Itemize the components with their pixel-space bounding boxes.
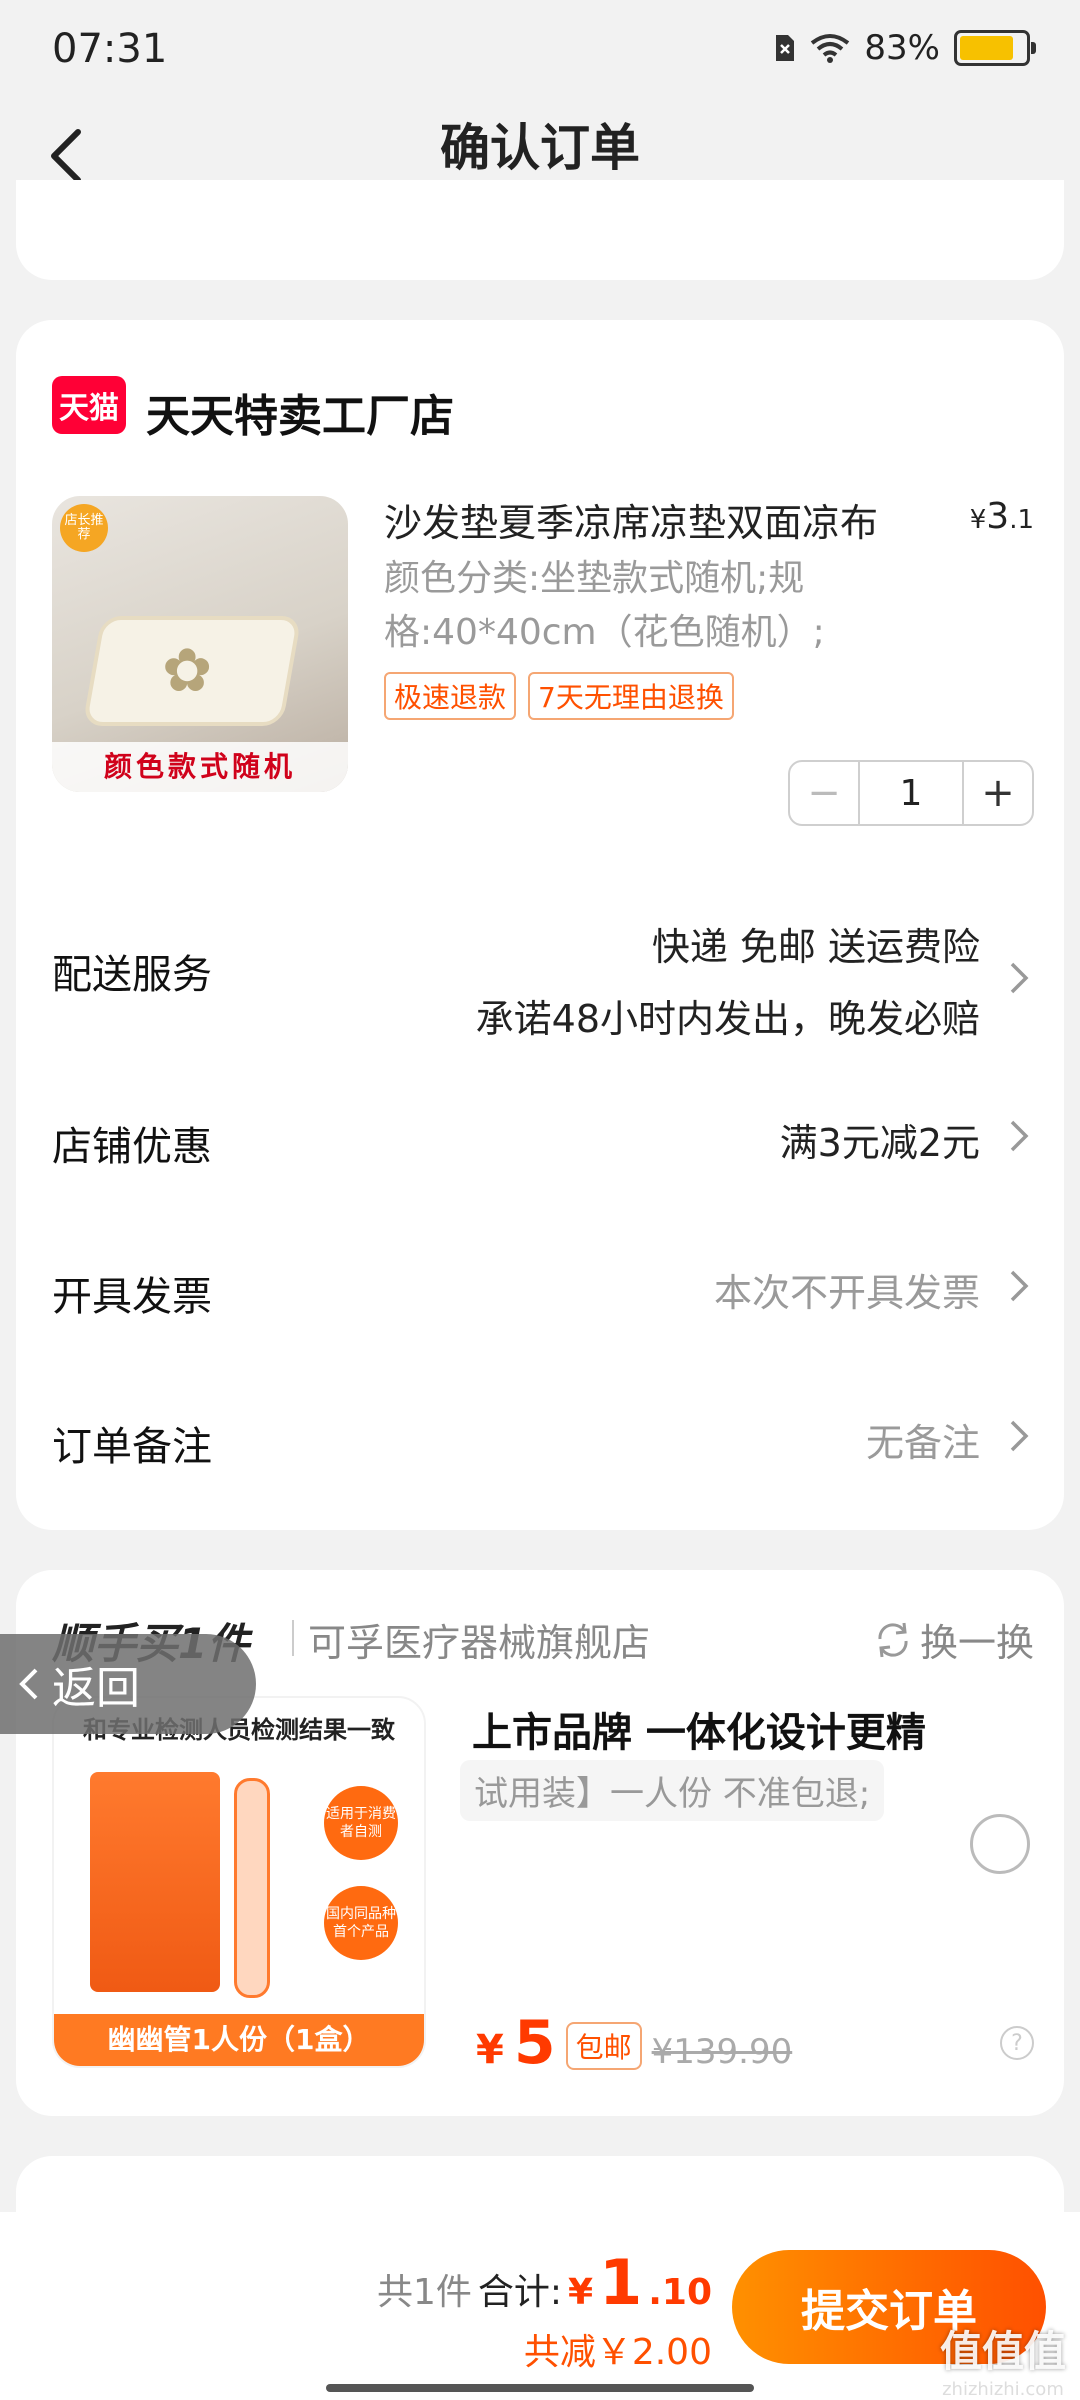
item-count: 共1件 [376, 2272, 472, 2313]
delivery-label: 配送服务 [52, 952, 212, 998]
original-price: ¥139.90 [651, 2032, 793, 2072]
chevron-right-icon [1010, 1420, 1029, 1452]
page-title: 确认订单 [440, 119, 640, 177]
chevron-left-icon [19, 1668, 38, 1700]
addon-shop-name: 可孚医疗器械旗舰店 [308, 1621, 651, 1665]
image-caption: 颜色款式随机 [52, 742, 348, 792]
watermark: 值值值 zhizhizhi.com [940, 2318, 1066, 2400]
chevron-right-icon [1010, 1270, 1029, 1302]
swap-button[interactable]: 换一换 [872, 1612, 1034, 1667]
tube-illustration [234, 1778, 270, 1998]
addon-price: ¥ 5 包邮 ¥139.90 [476, 2008, 792, 2078]
tag-fast-refund: 极速退款 [384, 672, 517, 720]
feature-bubble-1: 适用于消费者自测 [324, 1786, 398, 1860]
note-value: 无备注 [865, 1421, 980, 1465]
status-time: 07:31 [52, 26, 168, 72]
feature-bubble-2: 国内同品种首个产品 [324, 1886, 398, 1960]
order-totals: 共1件 合计: ¥1.10 共减￥2.00 [377, 2246, 712, 2375]
chevron-right-icon [1010, 1120, 1029, 1152]
status-bar: 07:31 83% [0, 0, 1080, 100]
product-box-illustration [90, 1772, 220, 1992]
watermark-url: zhizhizhi.com [942, 2379, 1064, 2400]
total-currency: ¥ [568, 2272, 594, 2313]
swap-label: 换一换 [919, 1621, 1034, 1665]
invoice-label: 开具发票 [52, 1274, 212, 1320]
addon-product-image[interactable]: 和专业检测人员检测结果一致 适用于消费者自测 国内同品种首个产品 幽幽管1人份（… [52, 1696, 426, 2068]
checkout-bar: 共1件 合计: ¥1.10 共减￥2.00 提交订单 [0, 2212, 1080, 2400]
addon-select-radio[interactable] [970, 1814, 1030, 1874]
price-value: 5 [513, 2008, 556, 2078]
watermark-logo: 值值值 [939, 2327, 1066, 2376]
total-int: 1 [599, 2246, 643, 2319]
floating-back-button[interactable]: 返回 [0, 1634, 256, 1734]
increase-button[interactable]: + [962, 762, 1032, 824]
saved-amount: 共减￥2.00 [523, 2332, 712, 2373]
wifi-icon [811, 34, 850, 63]
free-shipping-badge: 包邮 [565, 2022, 642, 2070]
addon-title-line[interactable]: 上市品牌 一体化设计更精 [472, 1700, 926, 1758]
note-label: 订单备注 [52, 1424, 212, 1470]
discount-value: 满3元减2元 [779, 1121, 980, 1165]
discount-label: 店铺优惠 [52, 1124, 212, 1170]
addon-subtitle: 试用装】一人份 不准包退; [460, 1760, 885, 1821]
shop-name[interactable]: 天天特卖工厂店 [146, 380, 454, 444]
product-spec[interactable]: 颜色分类:坐垫款式随机;规格:40*40cm（花色随机）; [384, 552, 904, 660]
price-int: 3 [986, 496, 1010, 537]
refresh-icon [878, 1622, 908, 1657]
battery-percent: 83% [864, 28, 940, 68]
battery-fill [960, 36, 1014, 60]
quantity-stepper: − 1 + [788, 760, 1034, 826]
tag-7day-return: 7天无理由退换 [528, 672, 734, 720]
product-image[interactable]: 店长推荐 ✿ 颜色款式随机 [52, 496, 348, 792]
price-currency: ¥ [969, 505, 987, 535]
product-price: ¥3.1 [970, 496, 1034, 537]
status-icons: 83% [774, 28, 1036, 68]
product-title[interactable]: 沙发垫夏季凉席凉垫双面凉布 [384, 492, 944, 547]
divider [292, 1620, 294, 1656]
total-dec: .10 [648, 2272, 712, 2313]
service-tags: 极速退款 7天无理由退换 [384, 672, 734, 720]
sim-off-icon [776, 35, 795, 61]
invoice-value: 本次不开具发票 [713, 1271, 980, 1315]
decrease-button[interactable]: − [790, 762, 860, 824]
recommend-badge: 店长推荐 [60, 504, 108, 552]
flower-icon: ✿ [162, 636, 213, 706]
price-currency: ¥ [476, 2027, 504, 2073]
floating-back-label: 返回 [52, 1663, 140, 1714]
quantity-value[interactable]: 1 [860, 762, 962, 824]
shop-order-card: 天猫 天天特卖工厂店 店长推荐 ✿ 颜色款式随机 沙发垫夏季凉席凉垫双面凉布 ¥… [16, 320, 1064, 1530]
image-footer: 幽幽管1人份（1盒） [54, 2014, 424, 2066]
delivery-value-line1: 快递 免邮 送运费险 [651, 925, 980, 969]
home-indicator[interactable] [326, 2384, 754, 2392]
tmall-logo: 天猫 [52, 376, 126, 434]
price-dec: .1 [1009, 505, 1034, 535]
total-label: 合计: [477, 2272, 563, 2313]
chevron-right-icon [1010, 962, 1029, 994]
address-card[interactable] [16, 180, 1064, 280]
battery-icon [954, 30, 1036, 66]
help-icon[interactable]: ? [1000, 2026, 1034, 2060]
delivery-value-line2: 承诺48小时内发出，晚发必赔 [475, 997, 980, 1041]
